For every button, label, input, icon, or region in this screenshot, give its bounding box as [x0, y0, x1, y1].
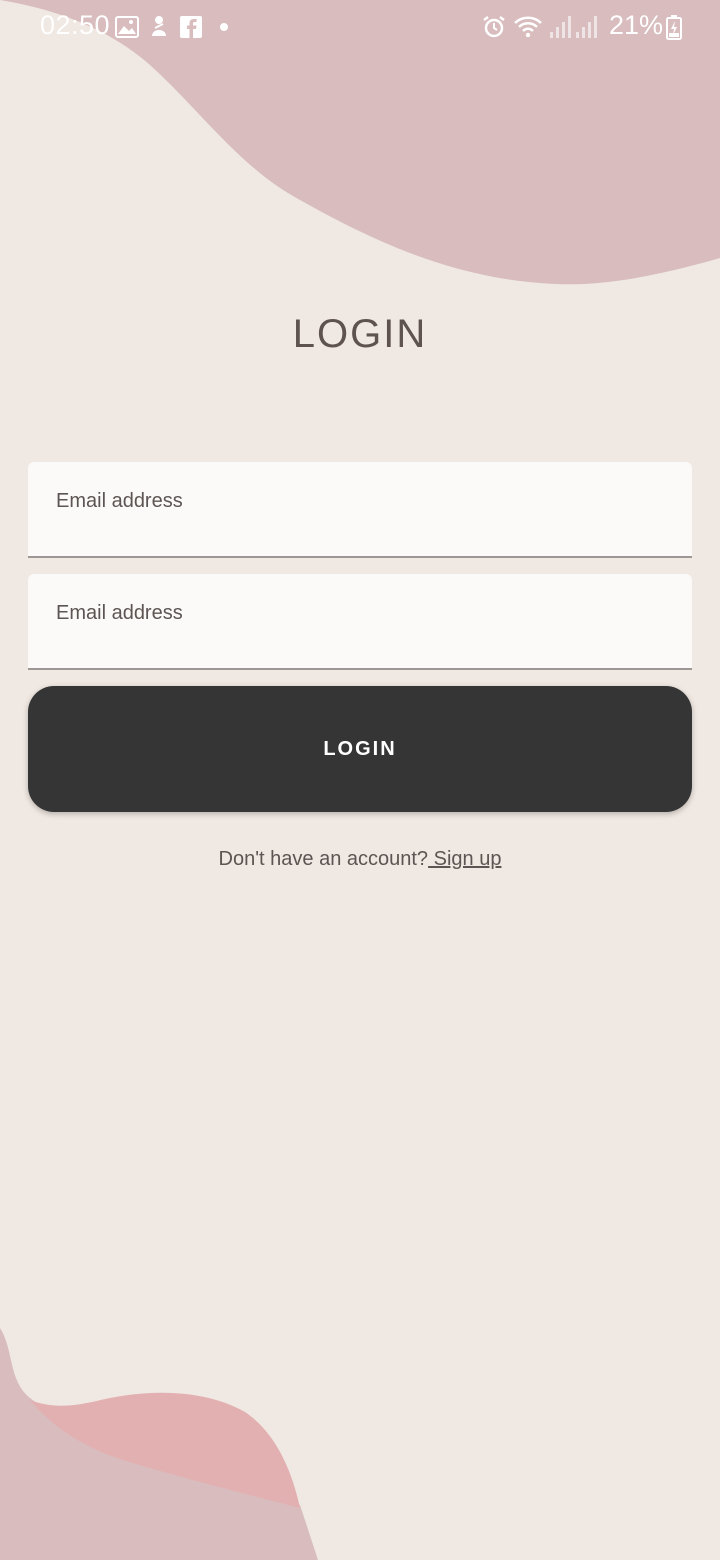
page-title: LOGIN — [292, 312, 428, 356]
login-button[interactable]: LOGIN — [28, 686, 692, 812]
login-button-label: LOGIN — [323, 737, 397, 760]
facebook-icon — [180, 16, 202, 38]
email-field[interactable]: Email address — [28, 462, 692, 558]
status-time: 02:50 — [40, 10, 111, 40]
battery-percent: 21% — [609, 10, 664, 40]
wifi-icon — [514, 16, 542, 38]
alarm-icon — [483, 16, 505, 38]
email-field-placeholder: Email address — [56, 490, 183, 512]
signup-link[interactable]: Sign up — [428, 848, 502, 870]
signup-row: Don't have an account? Sign up — [0, 848, 720, 871]
password-field[interactable]: Email address — [28, 574, 692, 670]
signal-icon — [550, 16, 571, 38]
signal-icon — [576, 16, 597, 38]
notification-figure-icon — [152, 16, 166, 36]
status-bar: 02:50 21% — [0, 0, 720, 54]
password-field-placeholder: Email address — [56, 602, 183, 624]
dot-icon — [220, 23, 228, 31]
battery-charging-icon — [666, 15, 682, 40]
signup-prompt: Don't have an account? — [218, 848, 429, 870]
image-icon — [115, 16, 139, 38]
